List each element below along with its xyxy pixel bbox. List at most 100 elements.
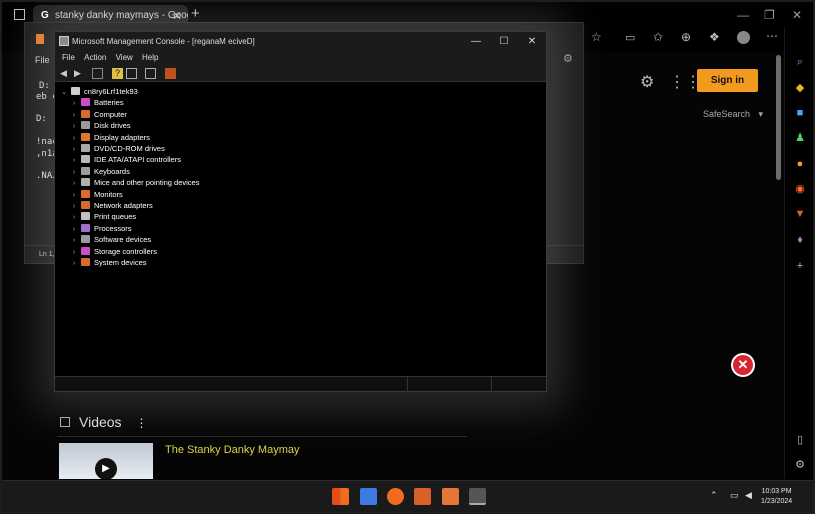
tree-item[interactable]: › Storage controllers — [69, 246, 157, 257]
tree-root[interactable]: ⌄ cn8ry6Lrf1tek93 — [59, 86, 138, 97]
tree-item[interactable]: › Disk drives — [69, 120, 131, 131]
system-clock[interactable]: 10:03 PM 1/23/2024 — [761, 487, 792, 507]
properties-icon[interactable]: ? — [112, 68, 123, 79]
tree-item-label: Storage controllers — [94, 246, 157, 256]
extensions-icon[interactable]: ❖ — [709, 30, 720, 44]
outlook-icon[interactable]: ◉ — [793, 182, 807, 196]
chevron-down-icon: ▾ — [758, 109, 764, 119]
mmc-titlebar[interactable]: Microsoft Management Console - [reganaM … — [55, 32, 546, 51]
add-icon[interactable]: + — [793, 259, 807, 273]
tree-item-label: IDE ATA/ATAPI controllers — [94, 155, 181, 165]
minimize-icon[interactable]: — — [737, 8, 749, 22]
search-icon[interactable]: ⌕ — [793, 55, 807, 69]
tree-item-label: Display adapters — [94, 132, 150, 142]
device-category-icon — [81, 212, 90, 221]
device-category-icon — [81, 132, 90, 141]
help-icon[interactable] — [126, 68, 137, 79]
back-icon[interactable]: ◀ — [58, 68, 69, 79]
tree-item-label: Processors — [94, 223, 132, 233]
more-icon[interactable]: ⋯ — [766, 29, 778, 43]
show-hide-tree-icon[interactable] — [92, 68, 103, 79]
tree-item[interactable]: › Batteries — [69, 97, 124, 108]
video-title-link[interactable]: The Stanky Danky Maymay — [165, 444, 300, 456]
more-options-icon[interactable]: ⋮ — [135, 416, 147, 430]
error-icon[interactable]: ✕ — [733, 355, 753, 375]
menu-action[interactable]: Action — [84, 53, 106, 62]
menu-file[interactable]: File — [62, 53, 75, 62]
split-screen-icon[interactable]: ▭ — [625, 31, 635, 44]
games-icon[interactable]: ♟ — [793, 131, 807, 145]
expand-arrow-icon[interactable]: › — [69, 258, 79, 269]
start-icon[interactable] — [332, 488, 349, 505]
tree-item[interactable]: › Network adapters — [69, 200, 153, 211]
edge-icon[interactable] — [387, 488, 404, 505]
tree-item[interactable]: › Processors — [69, 223, 132, 234]
sign-in-button[interactable]: Sign in — [697, 69, 758, 92]
store-icon[interactable] — [414, 488, 431, 505]
scrollbar[interactable] — [776, 55, 781, 180]
sidebar-toggle-icon[interactable]: ▯ — [793, 433, 807, 447]
maximize-icon[interactable]: ☐ — [494, 32, 514, 51]
tree-root-label: cn8ry6Lrf1tek93 — [84, 87, 138, 96]
collections-icon[interactable]: ⊕ — [681, 30, 691, 44]
close-icon[interactable]: ✕ — [792, 8, 802, 22]
drop-icon[interactable]: ▼ — [793, 207, 807, 221]
forward-icon[interactable]: ▶ — [72, 68, 83, 79]
mmc-window[interactable]: Microsoft Management Console - [reganaM … — [54, 31, 547, 392]
safesearch-dropdown[interactable]: SafeSearch ▾ — [703, 109, 763, 120]
show-hidden-icons[interactable]: ⌃ — [710, 490, 718, 501]
mmc-menubar: File Action View Help — [55, 51, 546, 65]
restore-icon[interactable]: ❐ — [764, 8, 775, 22]
tree-item[interactable]: › Monitors — [69, 189, 123, 200]
tree-item[interactable]: › System devices — [69, 257, 147, 268]
notepad-menu-file[interactable]: File — [35, 55, 50, 65]
menu-view[interactable]: View — [116, 53, 133, 62]
profile-avatar[interactable] — [737, 31, 750, 44]
tab-title: stanky danky maymays - Google — [55, 10, 188, 21]
collapse-arrow-icon[interactable]: ⌄ — [59, 87, 69, 98]
tree-item[interactable]: › Mice and other pointing devices — [69, 177, 199, 188]
notepad-line: D: — [36, 114, 47, 124]
videos-heading: Videos ⋮ — [79, 414, 147, 430]
google-icon: G — [41, 10, 49, 21]
device-category-icon — [81, 258, 90, 266]
settings-icon[interactable]: ⚙ — [793, 458, 807, 472]
status-segment — [491, 377, 492, 392]
favorite-star-icon[interactable]: ☆ — [591, 30, 602, 44]
minimize-icon[interactable]: — — [466, 32, 486, 51]
edge-sidebar: ⌕ ◆ ■ ♟ ● ◉ ▼ ♦ + ▯ ⚙ — [776, 27, 815, 479]
network-icon[interactable]: ▭ — [730, 490, 739, 501]
video-thumbnail[interactable]: ▶ — [59, 443, 153, 479]
monitor-icon[interactable] — [165, 68, 176, 79]
scan-hardware-icon[interactable] — [145, 68, 156, 79]
tree-item[interactable]: › Keyboards — [69, 166, 130, 177]
device-category-icon — [81, 246, 90, 255]
favorites-icon[interactable]: ✩ — [653, 30, 663, 44]
mmc-statusbar — [55, 376, 546, 392]
microsoft365-icon[interactable]: ● — [793, 157, 807, 171]
tree-item[interactable]: › Display adapters — [69, 132, 150, 143]
tree-item[interactable]: › IDE ATA/ATAPI controllers — [69, 154, 181, 165]
clock-time: 10:03 PM — [761, 488, 792, 495]
new-tab-button[interactable]: + — [191, 6, 200, 21]
status-segment — [407, 377, 408, 392]
close-icon[interactable]: ✕ — [522, 32, 542, 51]
tree-item[interactable]: › DVD/CD-ROM drives — [69, 143, 165, 154]
tree-item[interactable]: › Computer — [69, 109, 127, 120]
mmc-taskbar-icon[interactable] — [469, 488, 486, 505]
notepad-settings-icon[interactable]: ⚙ — [563, 52, 573, 65]
tree-item-label: System devices — [94, 258, 147, 267]
designer-icon[interactable]: ♦ — [793, 233, 807, 247]
device-category-icon — [81, 235, 90, 244]
file-explorer-icon[interactable] — [360, 488, 377, 505]
tree-item[interactable]: › Software devices — [69, 234, 151, 245]
tools-icon[interactable]: ■ — [793, 106, 807, 120]
volume-icon[interactable]: ◀︎ — [745, 490, 752, 501]
shopping-icon[interactable]: ◆ — [793, 81, 807, 95]
notepad-taskbar-icon[interactable] — [442, 488, 459, 505]
play-icon[interactable]: ▶ — [95, 458, 117, 479]
tree-item[interactable]: › Print queues — [69, 211, 136, 222]
settings-gear-icon[interactable]: ⚙ — [640, 72, 654, 92]
tab-actions-icon[interactable] — [14, 9, 25, 20]
menu-help[interactable]: Help — [142, 53, 158, 62]
